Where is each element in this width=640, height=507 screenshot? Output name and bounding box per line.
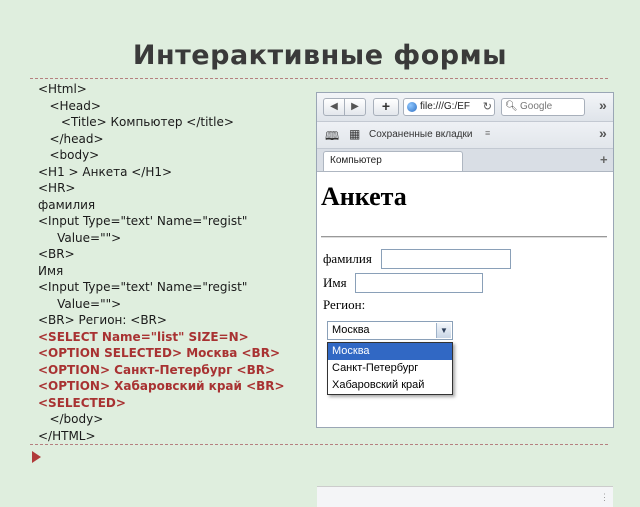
address-text: file:///G:/EF bbox=[420, 101, 471, 112]
code-line: <HR> bbox=[38, 181, 76, 195]
bookmarks-dropdown-icon[interactable]: ≡ bbox=[485, 128, 490, 138]
code-line: <Input Type="text' Name="regist" Value="… bbox=[38, 280, 248, 311]
bottom-divider bbox=[30, 444, 608, 445]
slide-title: Интерактивные формы bbox=[132, 40, 508, 71]
browser-window: ◀ ▶ + file:///G:/EF ↻ 🔍︎ Google » 🕮︎ ▦ С… bbox=[316, 92, 614, 507]
region-option[interactable]: Хабаровский край bbox=[328, 377, 452, 394]
code-line: <H1 > Анкета </H1> bbox=[38, 164, 173, 179]
code-line: <OPTION SELECTED> Москва <BR> bbox=[38, 346, 280, 360]
page-content: Анкета фамилия Имя Регион: Москва ▼ Моск… bbox=[317, 172, 613, 507]
resize-grip-icon[interactable]: ⋮ bbox=[600, 492, 609, 503]
region-option[interactable]: Москва bbox=[328, 343, 452, 360]
region-option[interactable]: Санкт-Петербург bbox=[328, 360, 452, 377]
page-heading: Анкета bbox=[321, 182, 407, 211]
new-tab-icon[interactable]: + bbox=[600, 152, 608, 167]
grid-icon[interactable]: ▦ bbox=[349, 127, 360, 141]
code-line: <Title> Компьютер </title> bbox=[38, 115, 234, 129]
chevron-down-icon[interactable]: ▼ bbox=[436, 323, 451, 338]
bookmarks-label[interactable]: Сохраненные вкладки bbox=[369, 129, 472, 140]
region-label: Регион: bbox=[323, 297, 366, 312]
region-select-value: Москва bbox=[332, 324, 370, 336]
code-line: <Input Type="text' Name="regist" Value="… bbox=[38, 214, 248, 245]
code-line: фамилия bbox=[38, 197, 96, 212]
reload-icon[interactable]: ↻ bbox=[483, 99, 492, 115]
search-icon: 🔍︎ bbox=[505, 101, 518, 112]
search-box[interactable]: 🔍︎ Google bbox=[501, 98, 585, 116]
code-line: <BR> bbox=[38, 247, 75, 261]
code-line: </head> bbox=[38, 131, 104, 146]
tab-computer[interactable]: Компьютер bbox=[323, 151, 463, 171]
code-line: <Html> bbox=[38, 82, 87, 96]
surname-input[interactable] bbox=[381, 249, 511, 269]
address-bar[interactable]: file:///G:/EF ↻ bbox=[403, 98, 495, 116]
code-line: <OPTION> Санкт-Петербург <BR> bbox=[38, 362, 276, 377]
chevron-bookmarks-icon[interactable]: » bbox=[599, 125, 607, 141]
globe-icon bbox=[407, 102, 417, 112]
code-line: <SELECT Name="list" SIZE=N> bbox=[38, 329, 249, 344]
code-line: </body> bbox=[38, 412, 104, 426]
horizontal-rule bbox=[321, 236, 607, 238]
forward-button[interactable]: ▶ bbox=[344, 98, 366, 116]
region-select[interactable]: Москва ▼ bbox=[327, 321, 453, 340]
code-line: <OPTION> Хабаровский край <BR> bbox=[38, 379, 285, 393]
search-placeholder: Google bbox=[520, 101, 553, 112]
code-line: <BR> Регион: <BR> bbox=[38, 313, 167, 327]
code-line: Имя bbox=[38, 263, 64, 278]
region-dropdown-list: Москва Санкт-Петербург Хабаровский край bbox=[327, 342, 453, 395]
tab-bar: Компьютер + bbox=[317, 149, 613, 172]
add-button[interactable]: + bbox=[373, 98, 399, 116]
chevron-overflow-icon[interactable]: » bbox=[599, 97, 607, 113]
top-divider bbox=[30, 78, 608, 79]
code-line: <body> bbox=[38, 148, 100, 162]
code-line: <SELECTED> bbox=[38, 395, 126, 410]
back-button[interactable]: ◀ bbox=[323, 98, 345, 116]
code-line: </HTML> bbox=[38, 428, 96, 443]
code-listing: <Html> <Head> <Title> Компьютер </title>… bbox=[38, 81, 308, 444]
status-bar: ⋮ bbox=[317, 486, 613, 507]
name-label: Имя bbox=[323, 275, 347, 290]
surname-label: фамилия bbox=[323, 251, 372, 266]
navigation-bar: ◀ ▶ + file:///G:/EF ↻ 🔍︎ Google » bbox=[317, 93, 613, 122]
book-icon[interactable]: 🕮︎ bbox=[325, 127, 339, 148]
name-input[interactable] bbox=[355, 273, 483, 293]
slide-bullet-arrow-icon[interactable] bbox=[32, 451, 41, 463]
bookmarks-bar: 🕮︎ ▦ Сохраненные вкладки ≡ bbox=[317, 122, 613, 149]
code-line: <Head> bbox=[38, 98, 101, 113]
